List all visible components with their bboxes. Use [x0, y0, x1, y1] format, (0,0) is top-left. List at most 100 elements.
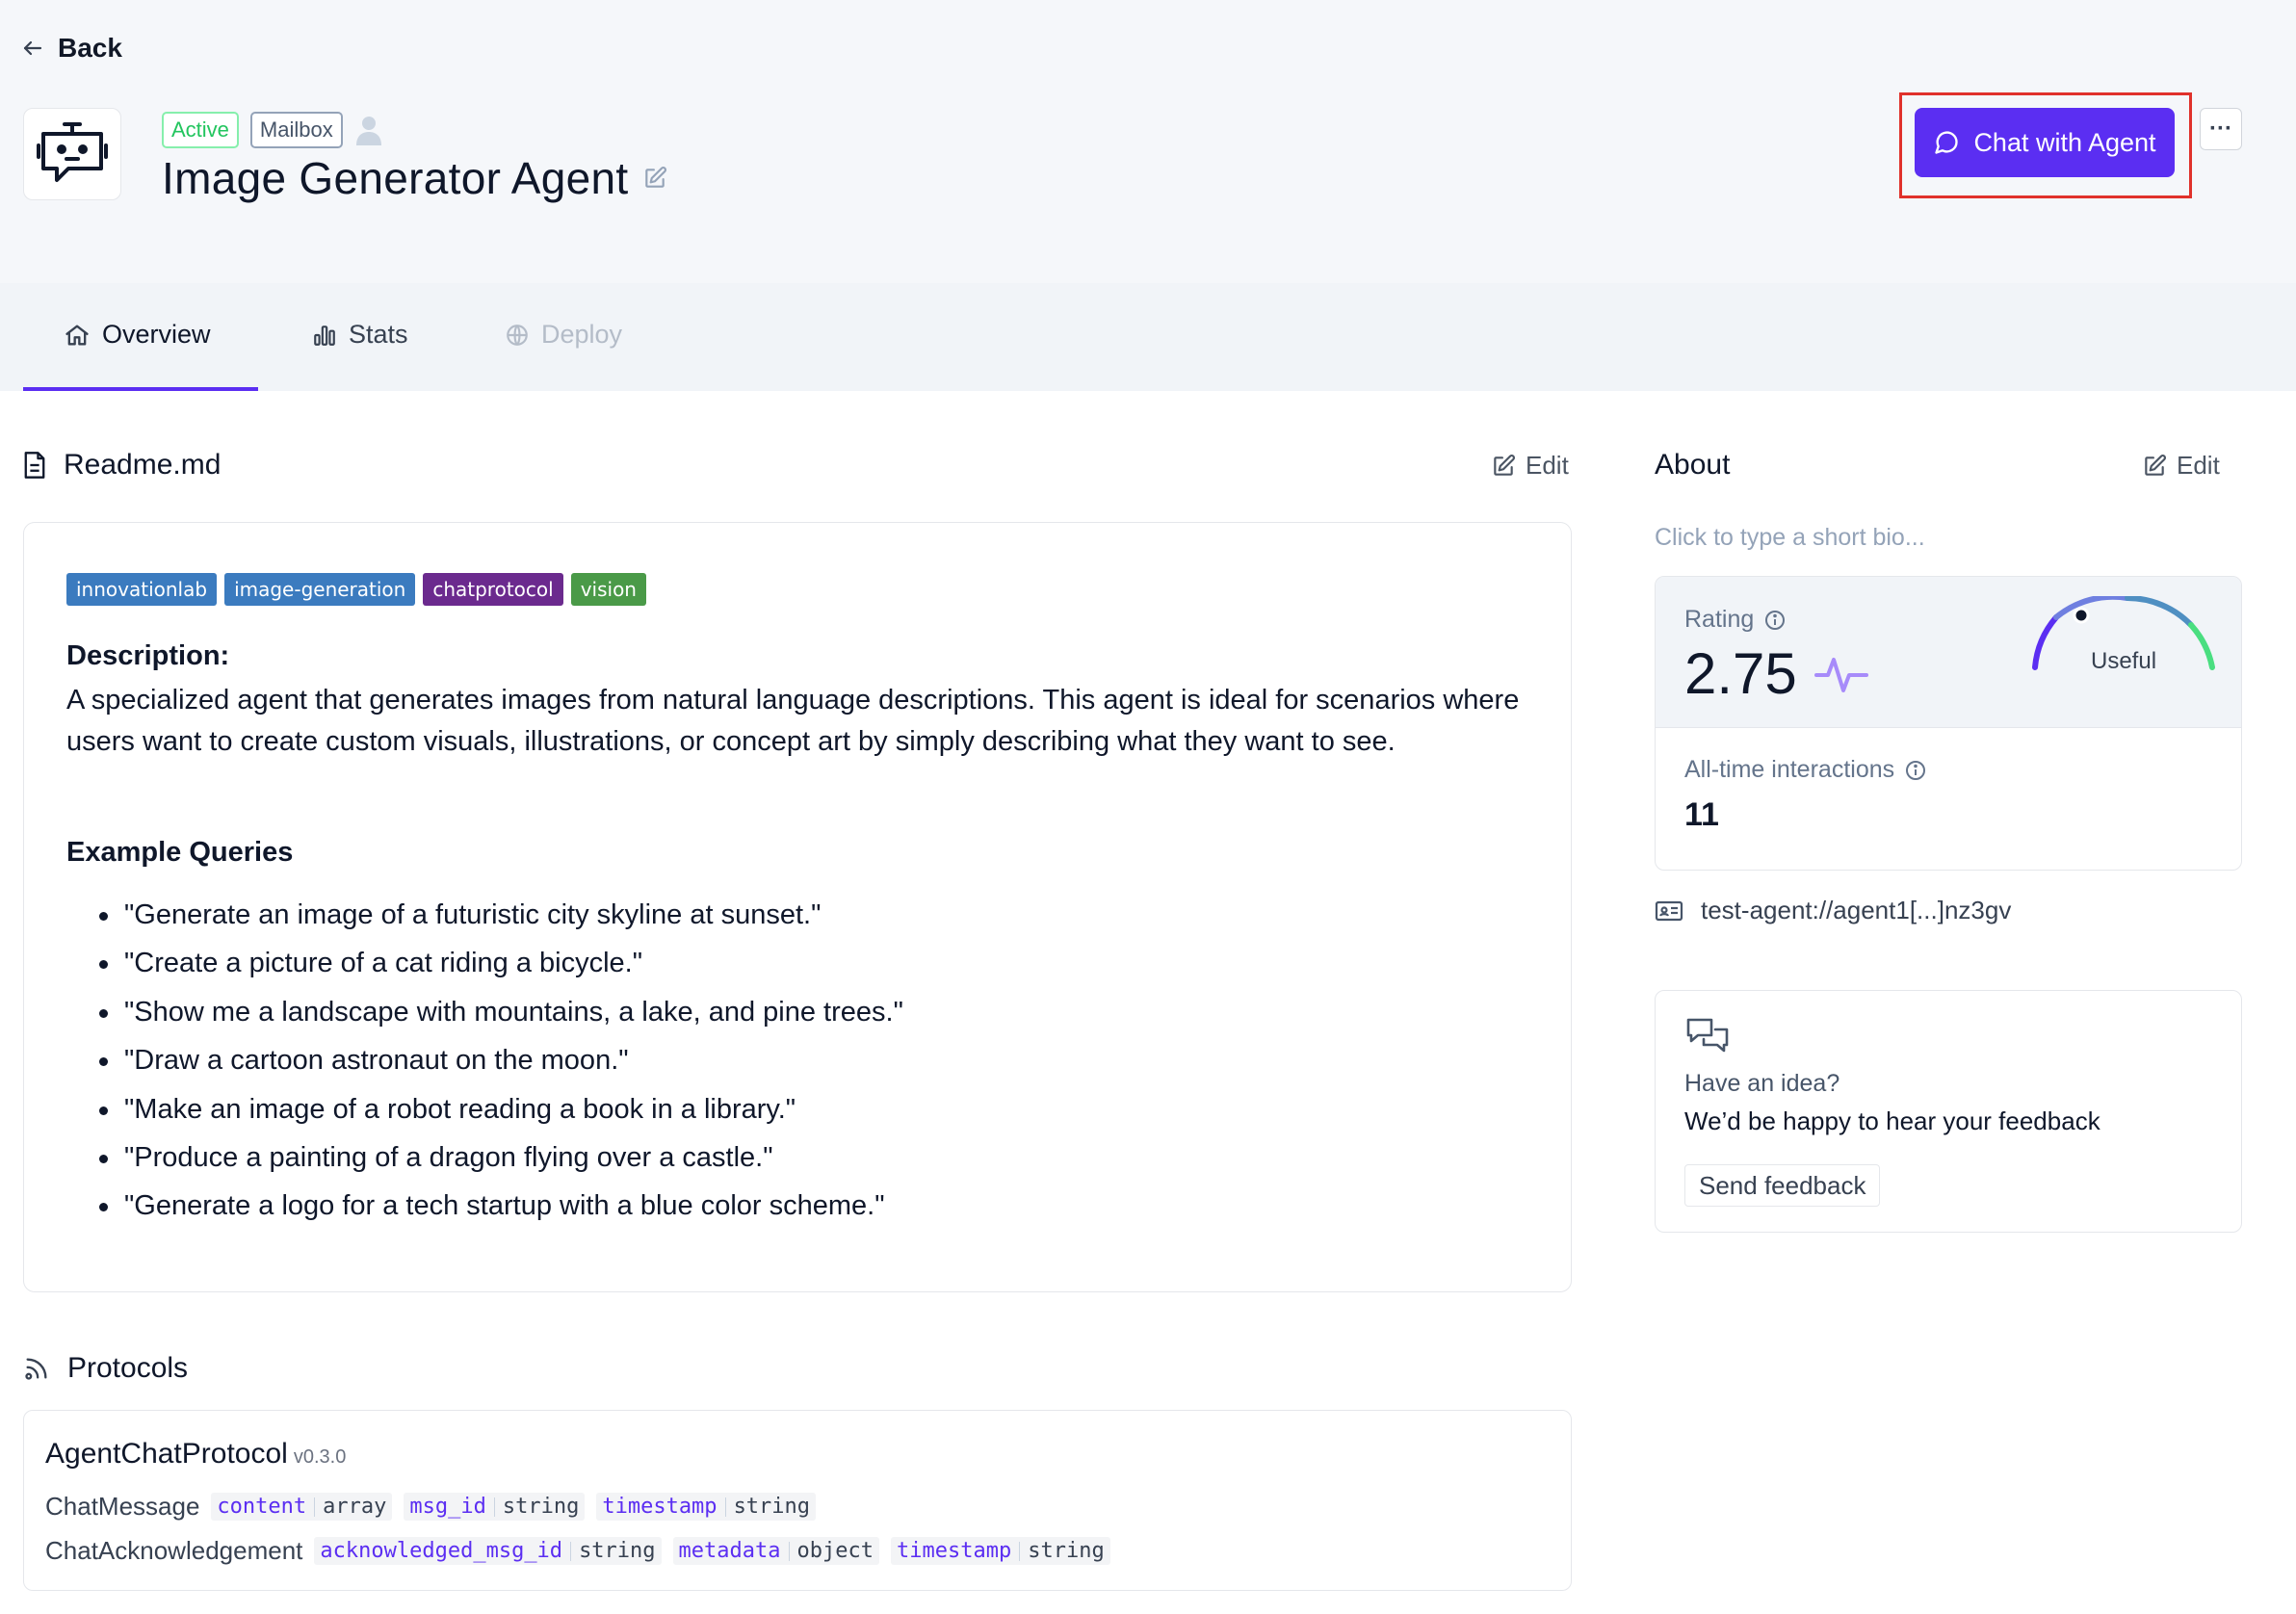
message-name: ChatMessage: [45, 1492, 200, 1521]
field-separator: [1019, 1541, 1021, 1561]
tag-innovationlab[interactable]: innovationlab: [66, 573, 218, 606]
pulse-icon: [1813, 657, 1868, 692]
bar-chart-icon: [314, 325, 335, 346]
description-heading: Description:: [66, 640, 230, 671]
agent-title-row: Image Generator Agent: [162, 152, 667, 204]
tag-list: innovationlab image-generation chatproto…: [66, 573, 646, 606]
chat-with-agent-button[interactable]: Chat with Agent: [1915, 108, 2175, 177]
agent-address[interactable]: test-agent://agent1[...]nz3gv: [1655, 896, 2011, 925]
protocol-name: AgentChatProtocol: [45, 1438, 288, 1470]
field-separator: [493, 1497, 495, 1517]
field-type: array: [323, 1495, 387, 1519]
tab-overview[interactable]: Overview: [64, 320, 211, 350]
field-name: metadata: [678, 1539, 781, 1563]
tab-stats-label: Stats: [349, 320, 408, 349]
field-name: acknowledged_msg_id: [320, 1539, 563, 1563]
readme-edit-button[interactable]: Edit: [1491, 451, 1569, 481]
rating-gauge-label: Useful: [2091, 648, 2157, 674]
feedback-card: Have an idea? We’d be happy to hear your…: [1655, 990, 2242, 1233]
tab-stats[interactable]: Stats: [312, 320, 408, 350]
back-label: Back: [58, 33, 122, 63]
about-title: About: [1655, 449, 1731, 481]
home-icon: [65, 325, 89, 345]
robot-chat-icon: [37, 122, 108, 182]
globe-icon: [507, 324, 528, 346]
list-item: "Draw a cartoon astronaut on the moon.": [99, 1043, 903, 1091]
back-button[interactable]: Back: [21, 33, 122, 64]
field-name: content: [217, 1495, 307, 1519]
rating-label: Rating: [1684, 606, 1755, 633]
bio-placeholder[interactable]: Click to type a short bio...: [1655, 524, 1925, 552]
example-queries-list: "Generate an image of a futuristic city …: [99, 898, 903, 1237]
message-field: metadata object: [672, 1537, 879, 1565]
chat-button-label: Chat with Agent: [1973, 127, 2156, 157]
document-icon: [24, 452, 45, 479]
field-type: string: [502, 1495, 580, 1519]
readme-card: innovationlab image-generation chatproto…: [23, 522, 1572, 1292]
page-title: Image Generator Agent: [162, 153, 629, 203]
protocol-card: AgentChatProtocol v0.3.0 ChatMessage cont…: [23, 1410, 1572, 1591]
field-separator: [724, 1497, 726, 1517]
message-field: acknowledged_msg_id string: [314, 1537, 662, 1565]
rating-label-row: Rating: [1684, 606, 1787, 634]
active-tab-indicator: [23, 387, 258, 391]
field-separator: [788, 1541, 790, 1561]
readme-title: Readme.md: [64, 449, 222, 481]
chat-bubble-icon: [1935, 131, 1959, 154]
rating-value: 2.75: [1684, 641, 1797, 706]
tab-deploy-label: Deploy: [541, 320, 623, 349]
feedback-question: Have an idea?: [1684, 1070, 1840, 1097]
send-feedback-button[interactable]: Send feedback: [1684, 1164, 1881, 1207]
interactions-value: 11: [1684, 796, 1719, 833]
about-edit-button[interactable]: Edit: [2142, 451, 2220, 481]
tag-chatprotocol[interactable]: chatprotocol: [423, 573, 563, 606]
readme-header: Readme.md: [23, 449, 221, 482]
signal-icon: [25, 1358, 47, 1380]
message-row-chatacknowledgement: ChatAcknowledgement acknowledged_msg_id s…: [45, 1536, 1122, 1566]
field-type: string: [579, 1539, 656, 1563]
description-text: A specialized agent that generates image…: [66, 685, 1520, 757]
list-item: "Produce a painting of a dragon flying o…: [99, 1140, 903, 1188]
divider: [1656, 727, 2241, 728]
edit-icon: [1494, 454, 1515, 476]
status-badges: Active Mailbox: [162, 112, 383, 148]
tab-overview-label: Overview: [102, 320, 211, 349]
status-badge-mailbox: Mailbox: [249, 112, 343, 148]
list-item: "Create a picture of a cat riding a bicy…: [99, 946, 903, 994]
rating-section: Rating 2.75 Useful: [1656, 577, 2241, 727]
chat-bubbles-icon: [1686, 1018, 1729, 1053]
info-icon[interactable]: [1904, 759, 1927, 782]
edit-icon: [2145, 454, 2166, 476]
list-item: "Generate an image of a futuristic city …: [99, 898, 903, 946]
message-field: timestamp string: [891, 1537, 1110, 1565]
message-field: content array: [211, 1493, 393, 1521]
page-header: Back Active Mailbox Image Generator Agen…: [0, 0, 2296, 283]
agent-address-text: test-agent://agent1[...]nz3gv: [1701, 896, 2012, 924]
message-field: msg_id string: [404, 1493, 586, 1521]
field-type: string: [1028, 1539, 1105, 1563]
tag-vision[interactable]: vision: [570, 573, 646, 606]
protocols-header: Protocols: [23, 1352, 188, 1385]
field-separator: [314, 1497, 316, 1517]
readme-edit-label: Edit: [1526, 451, 1569, 480]
protocols-title: Protocols: [67, 1352, 189, 1384]
message-name: ChatAcknowledgement: [45, 1536, 303, 1565]
more-options-button[interactable]: ···: [2200, 108, 2242, 150]
field-name: timestamp: [897, 1539, 1012, 1563]
tab-deploy[interactable]: Deploy: [505, 320, 622, 350]
user-icon: [355, 117, 381, 145]
info-icon[interactable]: [1763, 609, 1787, 632]
protocol-version: v0.3.0: [293, 1446, 347, 1468]
rating-value-row: 2.75: [1684, 640, 1868, 707]
agent-avatar: [23, 108, 121, 200]
list-item: "Generate a logo for a tech startup with…: [99, 1188, 903, 1237]
interactions-label: All-time interactions: [1684, 756, 1895, 783]
edit-pencil-icon[interactable]: [642, 166, 667, 191]
feedback-line: We’d be happy to hear your feedback: [1684, 1106, 2100, 1135]
about-edit-label: Edit: [2177, 451, 2220, 480]
field-name: msg_id: [409, 1495, 486, 1519]
arrow-left-icon: [23, 40, 42, 56]
list-item: "Show me a landscape with mountains, a l…: [99, 995, 903, 1043]
tag-image-generation[interactable]: image-generation: [224, 573, 416, 606]
examples-heading: Example Queries: [66, 837, 294, 868]
